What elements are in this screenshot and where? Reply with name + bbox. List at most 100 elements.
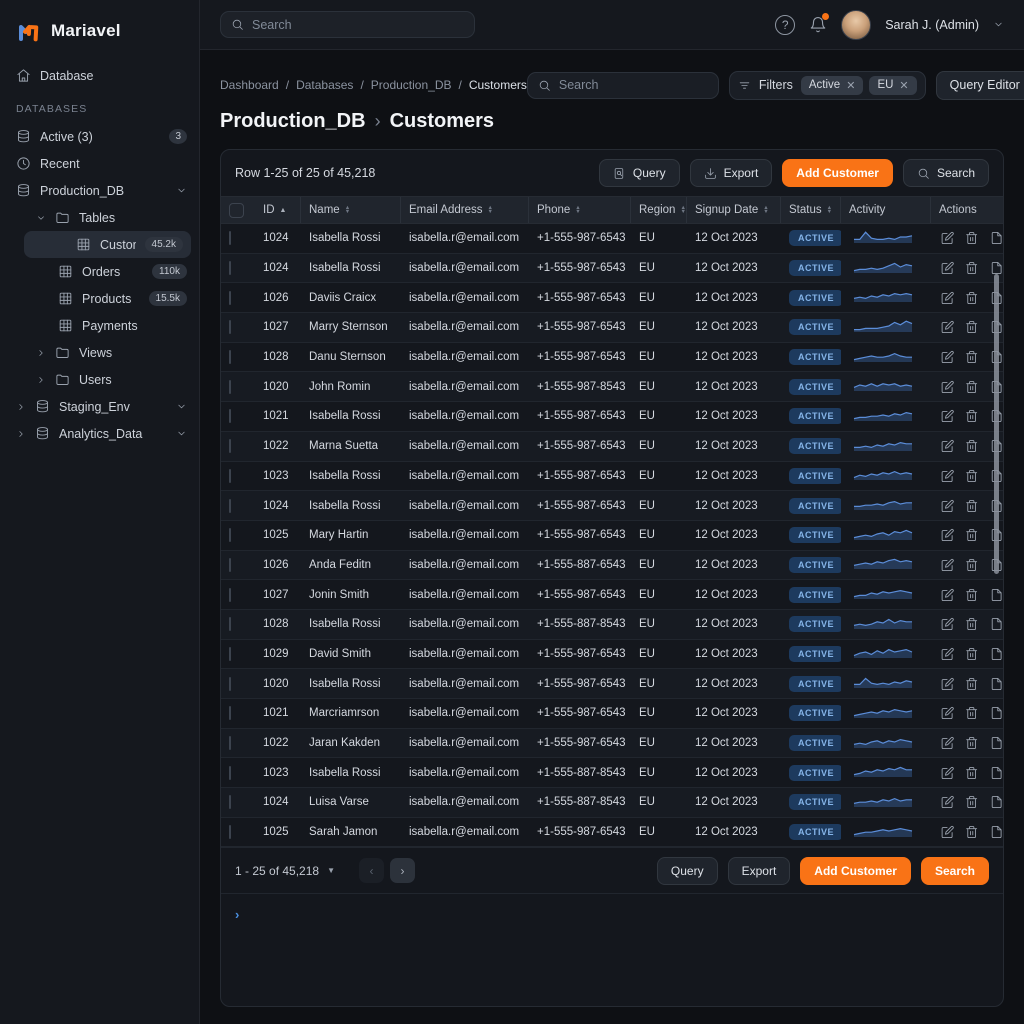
column-header-phone[interactable]: Phone▲▼ [529, 197, 631, 223]
document-icon[interactable] [990, 261, 1003, 275]
delete-icon[interactable] [965, 736, 978, 750]
table-row[interactable]: 1020 Isabella Rossi isabella.r@email.com… [221, 669, 1003, 699]
help-icon[interactable]: ? [775, 15, 795, 35]
edit-icon[interactable] [941, 617, 954, 631]
delete-icon[interactable] [965, 647, 978, 661]
row-checkbox[interactable] [229, 350, 231, 364]
next-page-button[interactable]: › [390, 858, 415, 883]
add-customer-button[interactable]: Add Customer [782, 159, 893, 187]
edit-icon[interactable] [941, 647, 954, 661]
select-all-checkbox[interactable] [229, 203, 244, 218]
chevron-right-icon[interactable] [16, 402, 26, 412]
delete-icon[interactable] [965, 528, 978, 542]
table-row[interactable]: 1029 David Smith isabella.r@email.com +1… [221, 640, 1003, 670]
edit-icon[interactable] [941, 261, 954, 275]
table-row[interactable]: 1028 Danu Sternson isabella.r@email.com … [221, 343, 1003, 373]
row-checkbox[interactable] [229, 647, 231, 661]
document-icon[interactable] [990, 647, 1003, 661]
document-icon[interactable] [990, 736, 1003, 750]
close-icon[interactable]: ✕ [846, 79, 855, 92]
table-search-button[interactable]: Search [903, 159, 989, 187]
table-row[interactable]: 1020 John Romin isabella.r@email.com +1-… [221, 372, 1003, 402]
document-icon[interactable] [990, 677, 1003, 691]
row-checkbox[interactable] [229, 320, 231, 334]
console-expand-chevron[interactable]: › [235, 907, 239, 922]
edit-icon[interactable] [941, 706, 954, 720]
query-editor-button[interactable]: Query Editor [936, 71, 1024, 100]
row-checkbox[interactable] [229, 706, 231, 720]
breadcrumb-item[interactable]: Production_DB [371, 78, 452, 92]
sidebar-item-views[interactable]: Views [0, 339, 199, 366]
footer-export-button[interactable]: Export [728, 857, 791, 885]
document-icon[interactable] [990, 795, 1003, 809]
sidebar-item-products[interactable]: Products15.5k [0, 285, 199, 312]
sidebar-item-customers[interactable]: Customers45.2k [24, 231, 191, 258]
delete-icon[interactable] [965, 350, 978, 364]
footer-query-button[interactable]: Query [657, 857, 718, 885]
delete-icon[interactable] [965, 291, 978, 305]
edit-icon[interactable] [941, 766, 954, 780]
global-search-input[interactable]: Search [220, 11, 475, 38]
delete-icon[interactable] [965, 588, 978, 602]
row-checkbox[interactable] [229, 588, 231, 602]
notifications-button[interactable] [809, 16, 827, 34]
filter-chip-eu[interactable]: EU✕ [869, 76, 916, 95]
chevron-down-icon[interactable] [176, 428, 187, 439]
edit-icon[interactable] [941, 409, 954, 423]
edit-icon[interactable] [941, 825, 954, 839]
row-checkbox[interactable] [229, 617, 231, 631]
table-row[interactable]: 1023 Isabella Rossi isabella.r@email.com… [221, 758, 1003, 788]
table-row[interactable]: 1027 Jonin Smith isabella.r@email.com +1… [221, 580, 1003, 610]
row-checkbox[interactable] [229, 291, 231, 305]
breadcrumb-item[interactable]: Databases [296, 78, 353, 92]
delete-icon[interactable] [965, 261, 978, 275]
row-checkbox[interactable] [229, 499, 231, 513]
document-icon[interactable] [990, 706, 1003, 720]
chevron-down-icon[interactable] [176, 185, 187, 196]
row-checkbox[interactable] [229, 677, 231, 691]
filter-chip-active[interactable]: Active✕ [801, 76, 864, 95]
delete-icon[interactable] [965, 617, 978, 631]
edit-icon[interactable] [941, 528, 954, 542]
sidebar-item-orders[interactable]: Orders110k [0, 258, 199, 285]
table-row[interactable]: 1021 Isabella Rossi isabella.r@email.com… [221, 402, 1003, 432]
delete-icon[interactable] [965, 409, 978, 423]
edit-icon[interactable] [941, 499, 954, 513]
edit-icon[interactable] [941, 558, 954, 572]
row-checkbox[interactable] [229, 380, 231, 394]
delete-icon[interactable] [965, 499, 978, 513]
pagination-range[interactable]: 1 - 25 of 45,218 ▼ [235, 864, 335, 878]
row-checkbox[interactable] [229, 528, 231, 542]
chevron-down-icon[interactable] [36, 213, 46, 223]
row-checkbox[interactable] [229, 825, 231, 839]
column-header-id[interactable]: ID▲ [255, 197, 301, 223]
column-header-region[interactable]: Region▲▼ [631, 197, 687, 223]
breadcrumb-item[interactable]: Dashboard [220, 78, 279, 92]
table-row[interactable]: 1026 Daviis Craicx isabella.r@email.com … [221, 283, 1003, 313]
sidebar-item-recent[interactable]: Recent [0, 150, 199, 177]
avatar[interactable] [841, 10, 871, 40]
table-row[interactable]: 1021 Marcriamrson isabella.r@email.com +… [221, 699, 1003, 729]
row-checkbox[interactable] [229, 558, 231, 572]
edit-icon[interactable] [941, 380, 954, 394]
close-icon[interactable]: ✕ [899, 79, 908, 92]
table-row[interactable]: 1024 Luisa Varse isabella.r@email.com +1… [221, 788, 1003, 818]
edit-icon[interactable] [941, 439, 954, 453]
delete-icon[interactable] [965, 706, 978, 720]
table-row[interactable]: 1024 Isabella Rossi isabella.r@email.com… [221, 254, 1003, 284]
breadcrumb-item[interactable]: Customers [469, 78, 527, 92]
table-row[interactable]: 1024 Isabella Rossi isabella.r@email.com… [221, 224, 1003, 254]
chevron-down-icon[interactable] [993, 19, 1004, 30]
document-icon[interactable] [990, 588, 1003, 602]
edit-icon[interactable] [941, 677, 954, 691]
sidebar-item-users[interactable]: Users [0, 366, 199, 393]
edit-icon[interactable] [941, 231, 954, 245]
row-checkbox[interactable] [229, 469, 231, 483]
table-row[interactable]: 1025 Sarah Jamon isabella.r@email.com +1… [221, 818, 1003, 848]
row-checkbox[interactable] [229, 439, 231, 453]
table-row[interactable]: 1022 Jaran Kakden isabella.r@email.com +… [221, 729, 1003, 759]
delete-icon[interactable] [965, 558, 978, 572]
document-icon[interactable] [990, 231, 1003, 245]
sidebar-item-analytics-data[interactable]: Analytics_Data [0, 420, 199, 447]
edit-icon[interactable] [941, 320, 954, 334]
